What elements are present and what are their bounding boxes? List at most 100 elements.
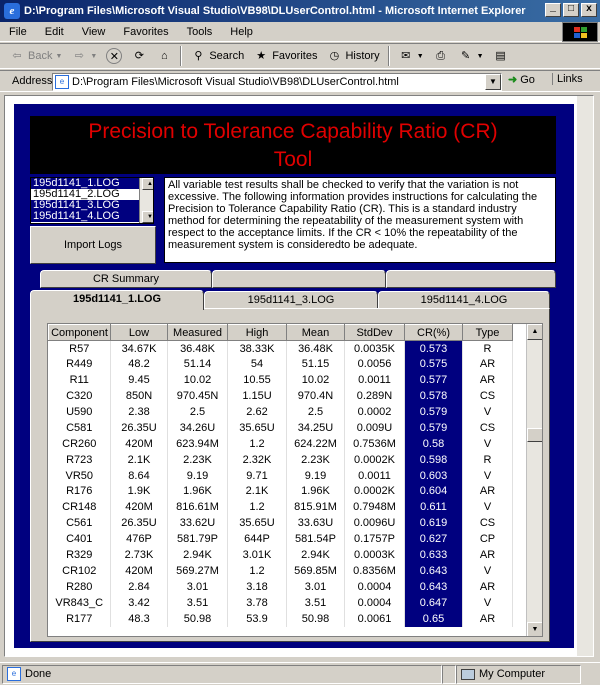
menu-help[interactable]: Help: [221, 26, 262, 38]
table-cell: 2.84: [110, 578, 168, 595]
table-row[interactable]: C581 26.35U 34.26U 35.65U 34.25U 0.009U 0.579 C…: [48, 419, 513, 436]
table-cell: V: [462, 594, 513, 611]
log-item[interactable]: 195d1141_4.LOG: [31, 211, 153, 222]
tab-blank[interactable]: [212, 270, 386, 288]
home-button[interactable]: ⌂: [153, 45, 175, 67]
tab-log3[interactable]: 195d1141_3.LOG: [204, 291, 378, 309]
table-cell: 0.573: [404, 340, 463, 357]
tab-log1[interactable]: 195d1141_1.LOG: [30, 290, 204, 310]
table-cell: 816.61M: [167, 499, 228, 516]
table-cell: 815.91M: [286, 499, 345, 516]
table-cell: 644P: [227, 531, 287, 548]
stop-button[interactable]: ✕: [103, 45, 125, 67]
table-cell: 3.01: [286, 578, 345, 595]
menu-bar: File Edit View Favorites Tools Help: [0, 22, 600, 42]
table-row[interactable]: C401 476P 581.79P 644P 581.54P 0.1757P 0.627 CP: [48, 531, 513, 548]
discuss-button[interactable]: ▤: [490, 45, 512, 67]
scroll-down-icon[interactable]: ▼: [142, 211, 153, 223]
search-button[interactable]: ⚲ Search: [187, 45, 247, 67]
grid-scrollbar[interactable]: ▲ ▼: [526, 324, 542, 636]
scroll-up-icon[interactable]: ▲: [142, 178, 153, 190]
scroll-up-icon[interactable]: ▲: [527, 324, 542, 340]
table-cell: 48.2: [110, 356, 168, 373]
column-header[interactable]: Type: [462, 324, 513, 341]
table-row[interactable]: VR50 8.64 9.19 9.71 9.19 0.0011 0.603 V: [48, 467, 513, 484]
menu-tools[interactable]: Tools: [178, 26, 222, 38]
column-header[interactable]: Low: [110, 324, 168, 341]
import-logs-button[interactable]: Import Logs: [30, 226, 156, 264]
table-row[interactable]: C561 26.35U 33.62U 35.65U 33.63U 0.0096U 0.619…: [48, 515, 513, 532]
page-scrollbar[interactable]: [577, 96, 593, 656]
address-dropdown[interactable]: ▼: [485, 74, 501, 90]
favorites-button[interactable]: ★ Favorites: [250, 45, 320, 67]
grid-scroll-thumb[interactable]: [527, 428, 542, 442]
page-done-icon: e: [7, 667, 21, 681]
tab-cr-summary[interactable]: CR Summary: [40, 270, 212, 288]
back-button[interactable]: ⇦ Back ▼: [6, 45, 65, 67]
column-header[interactable]: High: [227, 324, 287, 341]
table-cell: 2.62: [227, 404, 287, 420]
column-header[interactable]: CR(%): [404, 324, 463, 341]
scroll-down-icon[interactable]: ▼: [527, 622, 542, 636]
menu-file[interactable]: File: [0, 26, 36, 38]
table-cell: 420M: [110, 435, 168, 452]
address-input[interactable]: e D:\Program Files\Microsoft Visual Stud…: [52, 73, 502, 91]
tab-blank-2[interactable]: [386, 270, 556, 288]
table-cell: R723: [48, 451, 111, 468]
table-cell: 2.23K: [167, 451, 228, 468]
table-row[interactable]: R57 34.67K 36.48K 38.33K 36.48K 0.0035K 0.573 R: [48, 340, 513, 357]
column-header[interactable]: StdDev: [344, 324, 405, 341]
table-row[interactable]: C320 850N 970.45N 1.15U 970.4N 0.289N 0.578 CS: [48, 388, 513, 405]
table-row[interactable]: R329 2.73K 2.94K 3.01K 2.94K 0.0003K 0.633 AR: [48, 547, 513, 563]
column-header[interactable]: Measured: [167, 324, 228, 341]
table-cell: 0.643: [404, 562, 463, 579]
close-button[interactable]: x: [581, 3, 597, 17]
table-cell: CR260: [48, 435, 111, 452]
log-list-scrollbar[interactable]: ▲ ▼: [139, 178, 153, 223]
mail-button[interactable]: ✉ ▼: [395, 45, 427, 67]
menu-view[interactable]: View: [73, 26, 115, 38]
status-cell: [442, 664, 456, 684]
column-header[interactable]: Component: [48, 324, 111, 341]
edit-button[interactable]: ✎ ▼: [455, 45, 487, 67]
forward-button[interactable]: ⇨ ▼: [68, 45, 100, 67]
refresh-button[interactable]: ⟳: [128, 45, 150, 67]
links-button[interactable]: Links: [552, 73, 583, 85]
table-cell: 0.577: [404, 372, 463, 389]
minimize-button[interactable]: _: [545, 3, 561, 17]
table-cell: 10.02: [167, 372, 228, 389]
status-bar: e Done My Computer: [0, 662, 600, 685]
table-row[interactable]: R280 2.84 3.01 3.18 3.01 0.0004 0.643 AR: [48, 578, 513, 595]
table-cell: CP: [462, 531, 513, 548]
table-row[interactable]: R11 9.45 10.02 10.55 10.02 0.0011 0.577 AR: [48, 372, 513, 389]
table-row[interactable]: CR102 420M 569.27M 1.2 569.85M 0.8356M 0.643 V: [48, 562, 513, 579]
menu-edit[interactable]: Edit: [36, 26, 73, 38]
go-button[interactable]: ➜ Go: [508, 73, 535, 87]
history-button[interactable]: ◷ History: [323, 45, 382, 67]
table-cell: 33.62U: [167, 515, 228, 532]
table-cell: 0.0003K: [344, 547, 405, 563]
table-row[interactable]: VR843_C 3.42 3.51 3.78 3.51 0.0004 0.647 V: [48, 594, 513, 611]
table-row[interactable]: R177 48.3 50.98 53.9 50.98 0.0061 0.65 AR: [48, 610, 513, 627]
table-row[interactable]: R723 2.1K 2.23K 2.32K 2.23K 0.0002K 0.598 R: [48, 451, 513, 468]
print-button[interactable]: ⎙: [430, 45, 452, 67]
table-cell: 0.627: [404, 531, 463, 548]
table-cell: CS: [462, 515, 513, 532]
table-cell: 0.0096U: [344, 515, 405, 532]
table-row[interactable]: R449 48.2 51.14 54 51.15 0.0056 0.575 AR: [48, 356, 513, 373]
table-cell: 35.65U: [227, 419, 287, 436]
table-row[interactable]: R176 1.9K 1.96K 2.1K 1.96K 0.0002K 0.604 AR: [48, 483, 513, 500]
table-cell: 2.94K: [167, 547, 228, 563]
tab-log4[interactable]: 195d1141_4.LOG: [378, 291, 550, 309]
results-grid[interactable]: Component Low Measured High Mean StdDev CR(%) T…: [47, 323, 543, 637]
maximize-button[interactable]: □: [563, 3, 579, 17]
table-cell: 0.0004: [344, 594, 405, 611]
menu-favorites[interactable]: Favorites: [114, 26, 177, 38]
column-header[interactable]: Mean: [286, 324, 345, 341]
table-row[interactable]: CR148 420M 816.61M 1.2 815.91M 0.7948M 0.611 V: [48, 499, 513, 516]
table-cell: R11: [48, 372, 111, 389]
table-row[interactable]: U590 2.38 2.5 2.62 2.5 0.0002 0.579 V: [48, 404, 513, 420]
computer-icon: [461, 668, 475, 680]
log-listbox[interactable]: 195d1141_1.LOG 195d1141_2.LOG 195d1141_3…: [30, 177, 154, 224]
table-row[interactable]: CR260 420M 623.94M 1.2 624.22M 0.7536M 0.58 V: [48, 435, 513, 452]
